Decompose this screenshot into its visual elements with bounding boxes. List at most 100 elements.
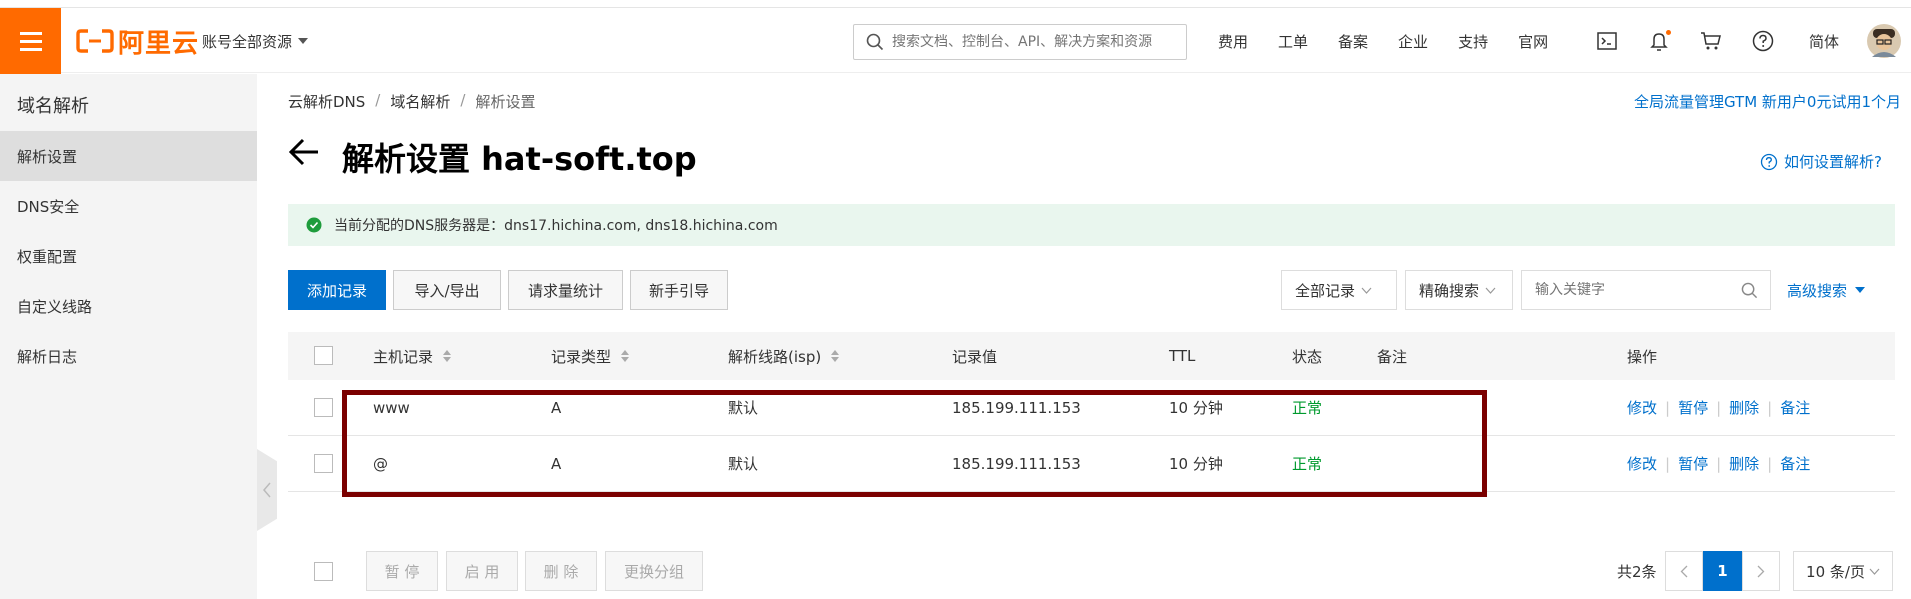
change-group-button[interactable]: 更换分组 bbox=[605, 551, 703, 591]
beginner-guide-button[interactable]: 新手引导 bbox=[630, 270, 728, 310]
nav-enterprise[interactable]: 企业 bbox=[1398, 31, 1428, 52]
delete-link[interactable]: 删除 bbox=[1729, 453, 1759, 474]
pause-link[interactable]: 暂停 bbox=[1678, 453, 1708, 474]
main-content: 云解析DNS / 域名解析 / 解析设置 全局流量管理GTM 新用户0元试用1个… bbox=[257, 74, 1911, 599]
record-filter-label: 全部记录 bbox=[1295, 281, 1356, 300]
notification-dot bbox=[1666, 30, 1671, 35]
header-type[interactable]: 记录类型 bbox=[551, 332, 630, 380]
logo-text: 阿里云 bbox=[118, 28, 200, 59]
aliyun-logo[interactable]: 阿里云 bbox=[76, 26, 199, 59]
header-type-label: 记录类型 bbox=[551, 347, 612, 366]
page-title: 解析设置 hat-soft.top bbox=[342, 140, 697, 178]
page-size-dropdown[interactable]: 10 条/页 bbox=[1793, 551, 1893, 591]
nav-icp[interactable]: 备案 bbox=[1338, 31, 1368, 52]
breadcrumb-cloud-dns[interactable]: 云解析DNS bbox=[288, 91, 365, 112]
breadcrumb-current: 解析设置 bbox=[475, 93, 536, 111]
chevron-down-icon bbox=[1361, 287, 1372, 294]
edit-link[interactable]: 修改 bbox=[1627, 397, 1657, 418]
top-nav-links: 费用 工单 备案 企业 支持 官网 bbox=[1218, 8, 1548, 74]
sidebar-title: 域名解析 bbox=[17, 96, 89, 117]
check-circle-icon bbox=[306, 217, 322, 233]
cell-line: 默认 bbox=[728, 399, 759, 417]
header-value: 记录值 bbox=[952, 347, 998, 366]
nav-official-site[interactable]: 官网 bbox=[1518, 31, 1548, 52]
back-button[interactable] bbox=[288, 137, 320, 171]
page-number-current[interactable]: 1 bbox=[1703, 551, 1742, 591]
bulk-delete-button[interactable]: 删 除 bbox=[525, 551, 597, 591]
sidebar-item-custom-line[interactable]: 自定义线路 bbox=[0, 281, 257, 331]
advanced-search-label: 高级搜索 bbox=[1787, 281, 1848, 300]
import-export-button[interactable]: 导入/导出 bbox=[393, 270, 501, 310]
sort-icon bbox=[621, 350, 630, 362]
breadcrumb-domain-dns[interactable]: 域名解析 bbox=[390, 91, 450, 112]
global-search[interactable] bbox=[853, 24, 1187, 60]
language-switch[interactable]: 简体 bbox=[1804, 8, 1844, 74]
bulk-pause-button[interactable]: 暂 停 bbox=[366, 551, 438, 591]
footer-select-all-checkbox[interactable] bbox=[314, 562, 333, 581]
global-search-input[interactable] bbox=[892, 34, 1182, 50]
help-button[interactable] bbox=[1750, 8, 1776, 74]
gtm-promo-link[interactable]: 全局流量管理GTM 新用户0元试用1个月 bbox=[1634, 91, 1901, 112]
keyword-search-box[interactable] bbox=[1521, 270, 1771, 310]
prev-page-button[interactable] bbox=[1665, 551, 1703, 591]
table-row: www A 默认 185.199.111.153 10 分钟 正常 修改 | 暂停… bbox=[288, 380, 1895, 436]
menu-hamburger-button[interactable] bbox=[0, 8, 61, 74]
table-header: 主机记录 记录类型 解析线路(isp) 记录值 TTL 状态 备注 操作 bbox=[288, 332, 1895, 380]
sort-icon bbox=[443, 350, 452, 362]
breadcrumb: 云解析DNS / 域名解析 / 解析设置 bbox=[288, 91, 535, 112]
delete-link[interactable]: 删除 bbox=[1729, 397, 1759, 418]
cart-icon bbox=[1701, 32, 1721, 50]
cell-type: A bbox=[551, 398, 562, 417]
nav-fees[interactable]: 费用 bbox=[1218, 31, 1248, 52]
request-stats-button[interactable]: 请求量统计 bbox=[508, 270, 623, 310]
chevron-down-icon bbox=[1869, 568, 1880, 575]
sidebar-item-dns-security[interactable]: DNS安全 bbox=[0, 181, 257, 231]
sidebar-item-weight-config[interactable]: 权重配置 bbox=[0, 231, 257, 281]
breadcrumb-separator: / bbox=[375, 91, 381, 109]
caret-down-icon bbox=[1855, 287, 1866, 293]
sidebar-item-dns-settings[interactable]: 解析设置 bbox=[0, 131, 257, 181]
cart-button[interactable] bbox=[1698, 8, 1724, 74]
header-line[interactable]: 解析线路(isp) bbox=[728, 332, 840, 380]
advanced-search-toggle[interactable]: 高级搜索 bbox=[1787, 270, 1866, 310]
record-filter-dropdown[interactable]: 全部记录 bbox=[1281, 270, 1397, 310]
nav-support[interactable]: 支持 bbox=[1458, 31, 1488, 52]
header-line-label: 解析线路(isp) bbox=[728, 347, 822, 366]
cell-ttl: 10 分钟 bbox=[1169, 399, 1223, 417]
header-ttl: TTL bbox=[1169, 347, 1196, 365]
account-resource-dropdown[interactable]: 账号全部资源 bbox=[202, 8, 309, 74]
account-resource-label: 账号全部资源 bbox=[202, 32, 293, 51]
cell-host: @ bbox=[373, 454, 388, 473]
sidebar-item-dns-log[interactable]: 解析日志 bbox=[0, 331, 257, 381]
nav-tickets[interactable]: 工单 bbox=[1278, 31, 1308, 52]
sidebar: 域名解析 解析设置 DNS安全 权重配置 自定义线路 解析日志 bbox=[0, 74, 257, 599]
next-page-button[interactable] bbox=[1742, 551, 1780, 591]
chevron-left-icon bbox=[1680, 565, 1688, 577]
edit-link[interactable]: 修改 bbox=[1627, 453, 1657, 474]
chevron-down-icon bbox=[1485, 287, 1496, 294]
records-table: 主机记录 记录类型 解析线路(isp) 记录值 TTL 状态 备注 操作 www… bbox=[288, 332, 1895, 492]
row-checkbox[interactable] bbox=[314, 454, 333, 473]
search-mode-dropdown[interactable]: 精确搜索 bbox=[1405, 270, 1513, 310]
search-icon[interactable] bbox=[1741, 282, 1758, 299]
dns-server-notice: 当前分配的DNS服务器是：dns17.hichina.com, dns18.hi… bbox=[288, 204, 1895, 246]
how-to-set-help-link[interactable]: 如何设置解析? bbox=[1760, 151, 1882, 172]
top-navbar: 阿里云 账号全部资源 费用 工单 备案 企业 支持 官网 简体 bbox=[0, 7, 1911, 74]
pause-link[interactable]: 暂停 bbox=[1678, 397, 1708, 418]
add-record-button[interactable]: 添加记录 bbox=[288, 270, 386, 310]
chevron-right-icon bbox=[1757, 565, 1765, 577]
row-checkbox[interactable] bbox=[314, 398, 333, 417]
page-size-label: 10 条/页 bbox=[1806, 562, 1865, 581]
remark-link[interactable]: 备注 bbox=[1780, 397, 1810, 418]
terminal-icon bbox=[1597, 32, 1617, 50]
bulk-enable-button[interactable]: 启 用 bbox=[446, 551, 518, 591]
header-host[interactable]: 主机记录 bbox=[373, 332, 452, 380]
cloud-shell-button[interactable] bbox=[1594, 8, 1620, 74]
remark-link[interactable]: 备注 bbox=[1780, 453, 1810, 474]
keyword-input[interactable] bbox=[1535, 282, 1735, 298]
notifications-button[interactable] bbox=[1646, 8, 1672, 74]
user-avatar[interactable] bbox=[1866, 8, 1902, 74]
select-all-checkbox[interactable] bbox=[314, 346, 333, 365]
avatar-icon bbox=[1867, 24, 1901, 58]
cell-status: 正常 bbox=[1292, 455, 1323, 473]
